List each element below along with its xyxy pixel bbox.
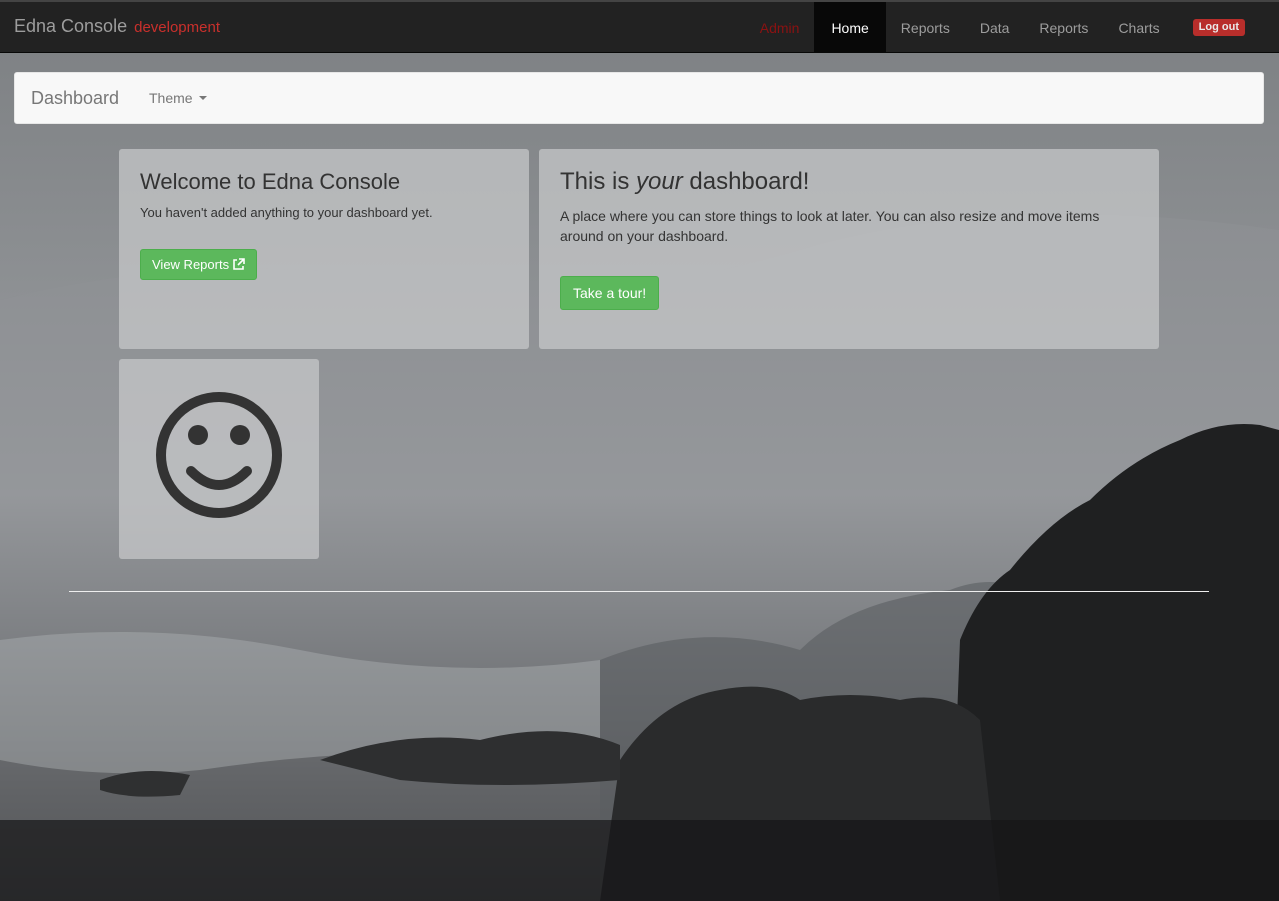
logout-button[interactable]: Log out (1192, 19, 1245, 36)
brand-name: Edna Console (14, 16, 128, 36)
caret-down-icon (198, 96, 207, 100)
nav-link-reports[interactable]: Reports (886, 2, 965, 53)
top-navbar: Edna Console development Admin Home Repo… (0, 0, 1279, 53)
theme-dropdown[interactable]: Theme (149, 90, 207, 106)
nav-links: Admin Home Reports Data Reports Charts L… (745, 2, 1279, 53)
divider (69, 591, 1209, 592)
dashboard-title[interactable]: Dashboard (31, 88, 119, 109)
logout-container: Log out (1175, 2, 1279, 53)
theme-dropdown-label: Theme (149, 90, 193, 106)
take-tour-button[interactable]: Take a tour! (560, 276, 660, 310)
welcome-text: You haven't added anything to your dashb… (140, 205, 433, 220)
smiley-icon (156, 392, 282, 518)
your-dashboard-heading: This is your dashboard! (560, 168, 810, 195)
brand[interactable]: Edna Console development (14, 16, 220, 37)
dashboard-subnav: Dashboard Theme (14, 72, 1264, 124)
welcome-heading: Welcome to Edna Console (140, 169, 401, 194)
view-reports-button[interactable]: View Reports (140, 249, 258, 280)
nav-link-admin[interactable]: Admin (745, 2, 815, 53)
environment-label: development (134, 19, 221, 36)
smiley-panel[interactable] (119, 359, 319, 559)
view-reports-label: View Reports (152, 257, 230, 272)
nav-link-reports-2[interactable]: Reports (1024, 2, 1103, 53)
external-link-icon (233, 258, 245, 270)
nav-link-data[interactable]: Data (965, 2, 1025, 53)
nav-link-charts[interactable]: Charts (1103, 2, 1174, 53)
your-dashboard-panel: This is your dashboard! A place where yo… (539, 149, 1159, 349)
your-dashboard-text: A place where you can store things to lo… (560, 208, 1100, 244)
welcome-panel: Welcome to Edna Console You haven't adde… (119, 149, 529, 349)
nav-link-home[interactable]: Home (814, 2, 886, 53)
